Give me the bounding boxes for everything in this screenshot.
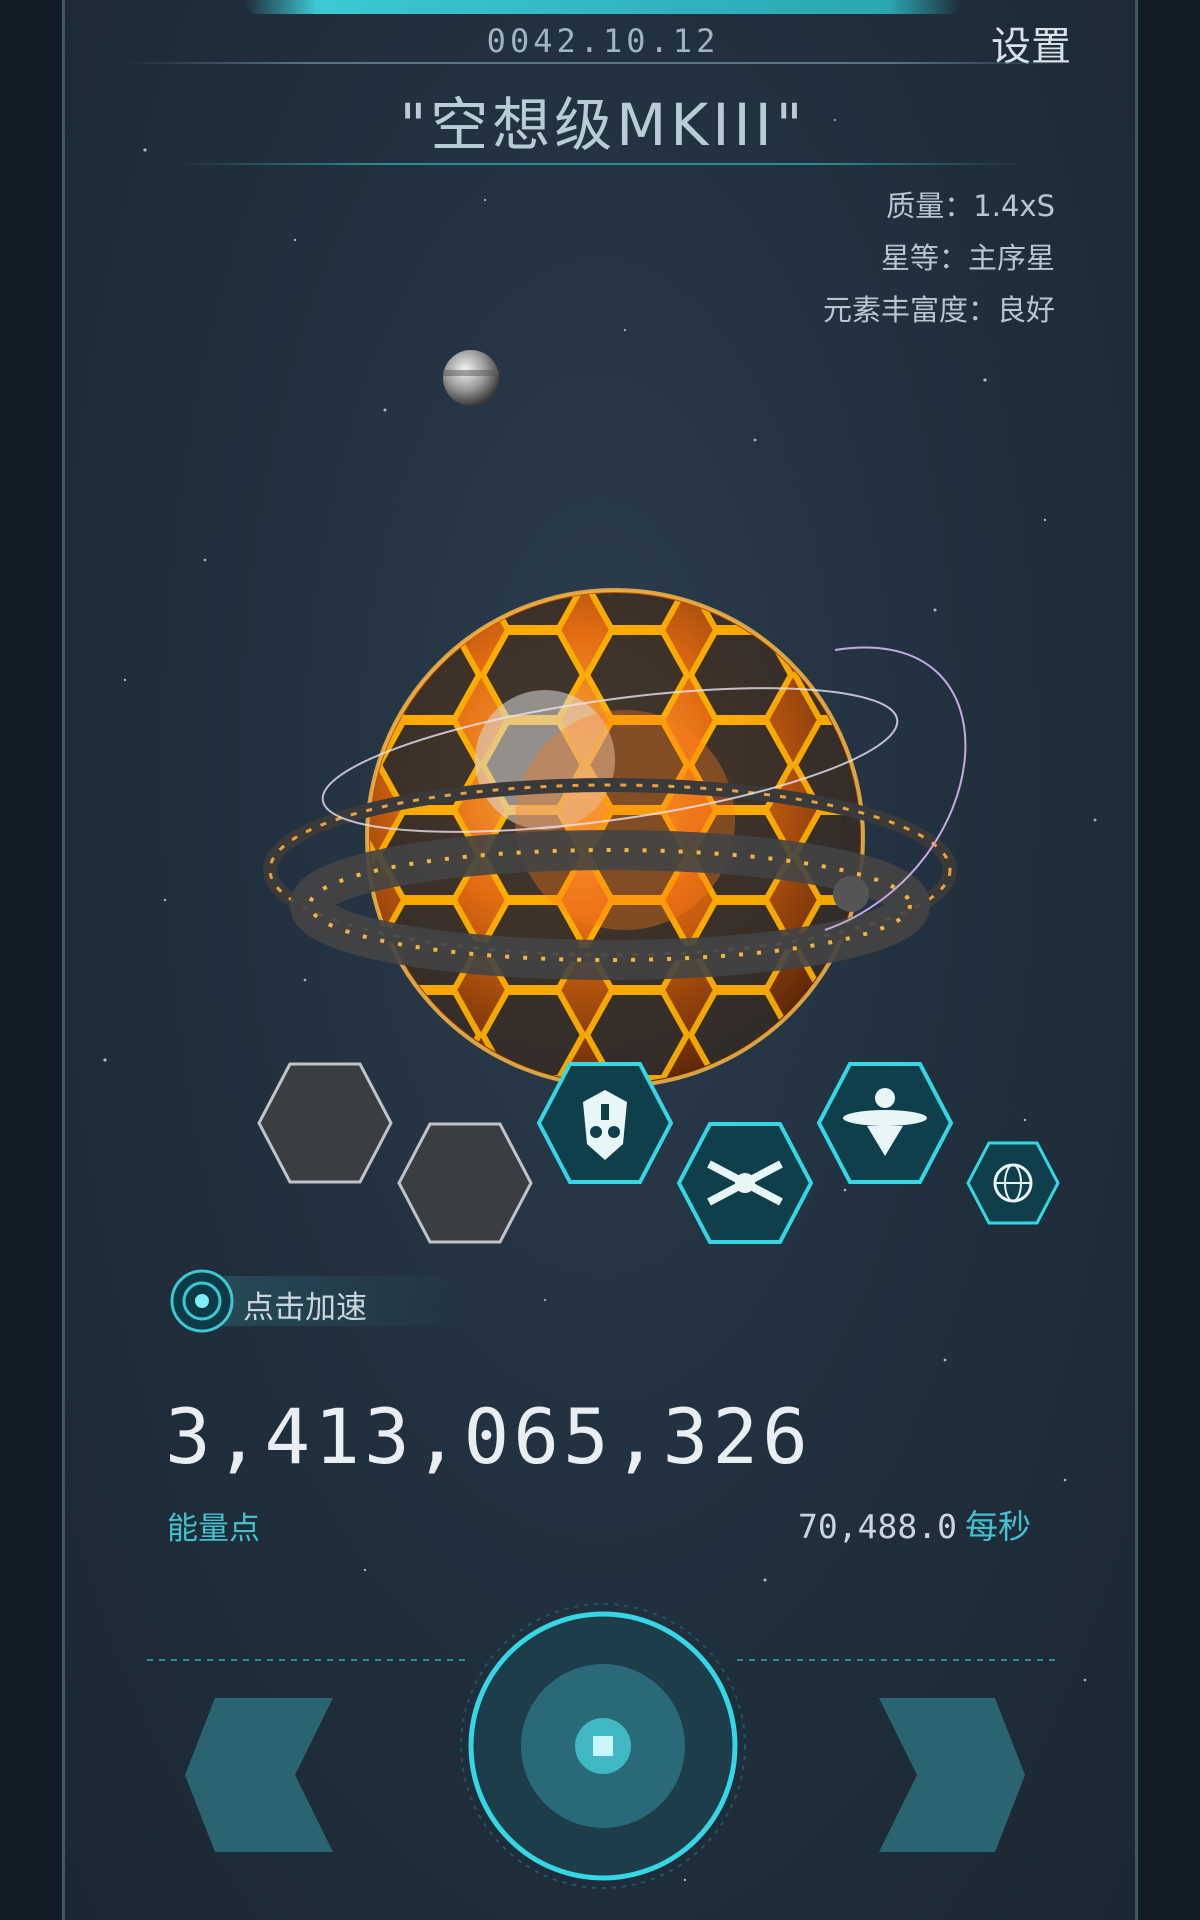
orbital-eye-module-icon[interactable]	[815, 1060, 955, 1186]
previous-arrow-icon[interactable]	[165, 1690, 385, 1860]
energy-points-label: 能量点	[167, 1511, 260, 1547]
mask-module-icon[interactable]	[535, 1060, 675, 1186]
screen-frame: 0042.10.12 设置 "空想级MKIII" 质量：1.4xS 星等：主序星…	[0, 0, 1200, 1920]
empty-module-slot-2[interactable]	[395, 1120, 535, 1246]
next-arrow-icon[interactable]	[825, 1690, 1045, 1860]
energy-rate-unit: 每秒	[965, 1507, 1031, 1546]
globe-module-icon[interactable]	[965, 1140, 1061, 1226]
boost-label: 点击加速	[243, 1290, 367, 1326]
main-panel: 0042.10.12 设置 "空想级MKIII" 质量：1.4xS 星等：主序星…	[62, 0, 1138, 1920]
empty-module-slot-1[interactable]	[255, 1060, 395, 1186]
center-action-button[interactable]	[453, 1596, 753, 1896]
energy-rate: 70,488.0 每秒	[798, 1500, 1031, 1548]
boost-button[interactable]: 点击加速	[167, 1266, 467, 1336]
crossed-blades-module-icon[interactable]	[675, 1120, 815, 1246]
energy-points-value: 3,413,065,326	[165, 1392, 812, 1481]
energy-rate-value: 70,488.0	[798, 1507, 957, 1546]
boost-target-icon	[170, 1269, 234, 1333]
moon	[443, 350, 499, 406]
satellite	[833, 876, 869, 912]
planet-scene[interactable]	[65, 0, 1138, 1200]
